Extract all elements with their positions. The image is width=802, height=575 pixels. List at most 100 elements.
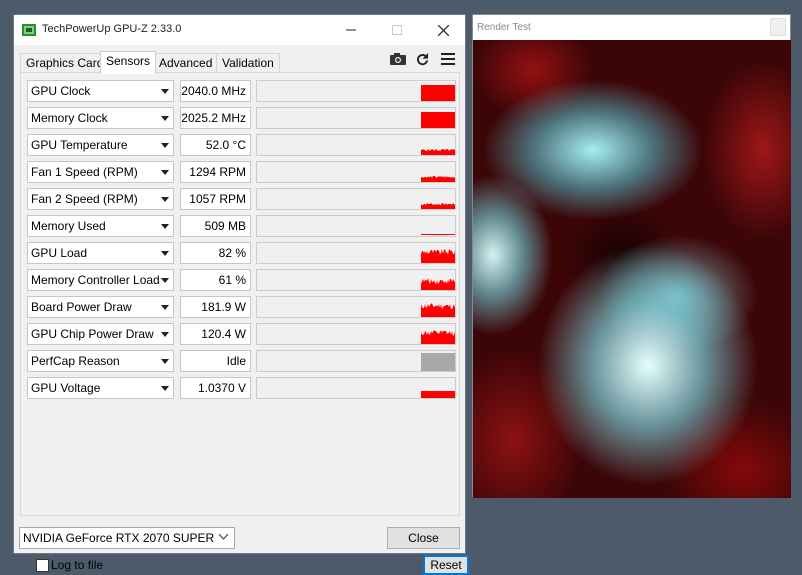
gpuz-titlebar[interactable]: TechPowerUp GPU-Z 2.33.0 <box>14 15 465 45</box>
sensor-row-memory-clock: Memory Clock 2025.2 MHz <box>27 107 461 129</box>
sensor-name-label: GPU Voltage <box>31 381 101 395</box>
dropdown-arrow-icon <box>161 170 169 175</box>
sensor-name-dropdown[interactable]: Fan 1 Speed (RPM) <box>27 161 174 183</box>
sensor-graph[interactable] <box>256 188 456 210</box>
sensor-value: 1057 RPM <box>180 188 251 210</box>
log-to-file-label: Log to file <box>51 558 104 572</box>
sensor-name-dropdown[interactable]: Memory Used <box>27 215 174 237</box>
refresh-icon <box>416 52 428 65</box>
sensors-panel: GPU Clock 2040.0 MHz Memory Clock 2025.2 MH… <box>20 72 469 575</box>
reset-button[interactable]: Reset <box>423 555 469 575</box>
gpuz-app-icon <box>22 24 36 36</box>
sensor-name-label: GPU Temperature <box>31 138 128 152</box>
minimize-icon <box>346 29 356 31</box>
sensor-row-memory-used: Memory Used 509 MB <box>27 215 461 237</box>
tab-sensors[interactable]: Sensors <box>100 51 157 74</box>
dropdown-arrow-icon <box>161 359 169 364</box>
close-icon <box>437 24 449 36</box>
sensor-graph[interactable] <box>256 242 456 264</box>
tab-validation[interactable]: Validation <box>216 53 280 73</box>
sensor-graph[interactable] <box>256 161 456 183</box>
dropdown-arrow-icon <box>161 116 169 121</box>
sensor-graph-fill <box>421 203 455 209</box>
dropdown-arrow-icon <box>161 143 169 148</box>
tab-advanced[interactable]: Advanced <box>153 53 219 73</box>
sensor-name-dropdown[interactable]: Memory Clock <box>27 107 174 129</box>
sensor-value: 2040.0 MHz <box>180 80 251 102</box>
sensor-name-dropdown[interactable]: GPU Temperature <box>27 134 174 156</box>
sensor-name-dropdown[interactable]: Memory Controller Load <box>27 269 174 291</box>
sensor-graph-fill <box>421 234 455 235</box>
sensor-graph-fill <box>421 303 455 317</box>
sensor-name-label: Fan 1 Speed (RPM) <box>31 165 138 179</box>
sensor-row-gpu-voltage: GPU Voltage 1.0370 V <box>27 377 461 399</box>
sensor-value: 1.0370 V <box>180 377 251 399</box>
sensor-name-dropdown[interactable]: PerfCap Reason <box>27 350 174 372</box>
sensor-row-gpu-load: GPU Load 82 % <box>27 242 461 264</box>
sensor-name-label: Memory Used <box>31 219 106 233</box>
render-canvas <box>473 40 791 498</box>
window-title: TechPowerUp GPU-Z 2.33.0 <box>42 23 182 35</box>
close-button[interactable]: Close <box>387 527 460 549</box>
sensor-graph-fill <box>421 85 455 101</box>
sensor-graph[interactable] <box>256 377 456 399</box>
dropdown-arrow-icon <box>161 197 169 202</box>
tab-graphics-card[interactable]: Graphics Card <box>20 53 110 73</box>
sensor-graph[interactable] <box>256 80 456 102</box>
sensor-row-gpu-chip-power-draw: GPU Chip Power Draw 120.4 W <box>27 323 461 345</box>
sensor-name-dropdown[interactable]: GPU Voltage <box>27 377 174 399</box>
sensor-graph-fill <box>421 278 455 290</box>
sensor-row-fan-2-speed-rpm: Fan 2 Speed (RPM) 1057 RPM <box>27 188 461 210</box>
sensor-graph-fill <box>421 330 455 344</box>
sensor-name-label: GPU Clock <box>31 84 91 98</box>
sensor-name-dropdown[interactable]: Board Power Draw <box>27 296 174 318</box>
sensor-row-gpu-temperature: GPU Temperature 52.0 °C <box>27 134 461 156</box>
sensor-graph[interactable] <box>256 134 456 156</box>
menu-icon <box>441 53 455 65</box>
sensor-graph-fill <box>421 176 455 182</box>
sensor-name-label: Board Power Draw <box>31 300 132 314</box>
refresh-button[interactable] <box>412 49 432 69</box>
maximize-button[interactable] <box>374 15 420 45</box>
sensor-name-dropdown[interactable]: GPU Clock <box>27 80 174 102</box>
dropdown-arrow-icon <box>161 386 169 391</box>
sensor-value: 52.0 °C <box>180 134 251 156</box>
gpu-selector[interactable]: NVIDIA GeForce RTX 2070 SUPER <box>19 527 235 549</box>
sensor-graph[interactable] <box>256 296 456 318</box>
dropdown-arrow-icon <box>161 278 169 283</box>
minimize-button[interactable] <box>328 15 374 45</box>
sensor-value: 2025.2 MHz <box>180 107 251 129</box>
sensor-value: 509 MB <box>180 215 251 237</box>
dropdown-arrow-icon <box>161 332 169 337</box>
sensor-graph[interactable] <box>256 269 456 291</box>
sensor-value: 61 % <box>180 269 251 291</box>
sensor-name-dropdown[interactable]: GPU Chip Power Draw <box>27 323 174 345</box>
screenshot-button[interactable] <box>388 49 408 69</box>
sensor-graph[interactable] <box>256 350 456 372</box>
sensor-value: Idle <box>180 350 251 372</box>
sensor-graph[interactable] <box>256 323 456 345</box>
sensor-graph-fill <box>421 391 455 398</box>
chevron-down-icon <box>219 534 228 540</box>
sensor-name-dropdown[interactable]: Fan 2 Speed (RPM) <box>27 188 174 210</box>
sensor-graph-fill <box>421 353 455 371</box>
sensor-value: 181.9 W <box>180 296 251 318</box>
menu-button[interactable] <box>438 49 458 69</box>
sensor-graph[interactable] <box>256 107 456 129</box>
sensor-name-label: PerfCap Reason <box>31 354 120 368</box>
sensor-row-fan-1-speed-rpm: Fan 1 Speed (RPM) 1294 RPM <box>27 161 461 183</box>
sensor-name-label: Memory Controller Load <box>31 273 160 287</box>
camera-icon <box>390 53 406 65</box>
sensor-row-memory-controller-load: Memory Controller Load 61 % <box>27 269 461 291</box>
checkbox-box[interactable] <box>36 559 49 572</box>
dropdown-arrow-icon <box>161 251 169 256</box>
render-test-window: Render Test <box>472 14 791 498</box>
sensor-graph[interactable] <box>256 215 456 237</box>
sensor-name-dropdown[interactable]: GPU Load <box>27 242 174 264</box>
sensor-graph-fill <box>421 112 455 128</box>
sensor-name-label: Fan 2 Speed (RPM) <box>31 192 138 206</box>
render-close-button[interactable] <box>770 18 786 36</box>
dropdown-arrow-icon <box>161 224 169 229</box>
close-window-button[interactable] <box>420 15 466 45</box>
sensor-row-board-power-draw: Board Power Draw 181.9 W <box>27 296 461 318</box>
